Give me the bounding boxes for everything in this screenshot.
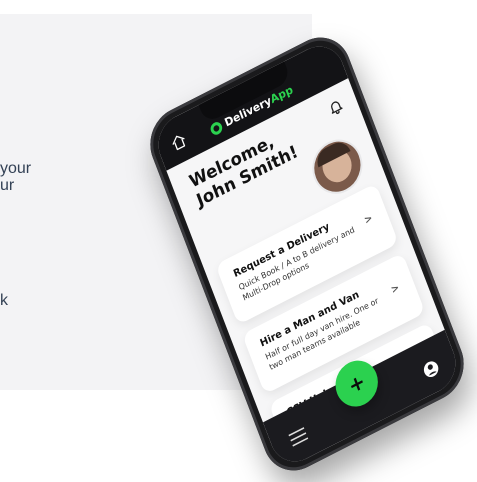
phone-screen: DeliveryApp Welcome, John Smith! Request… <box>150 36 464 472</box>
logo-mark-icon <box>208 119 224 137</box>
marketing-text-line-2: ur <box>0 177 15 194</box>
user-icon[interactable] <box>420 357 443 382</box>
marketing-text-line-3: k <box>0 292 8 309</box>
marketing-text-line-1: your <box>0 160 32 177</box>
home-icon[interactable] <box>169 131 189 153</box>
chevron-right-icon: > <box>362 212 375 227</box>
chevron-right-icon: > <box>389 282 402 297</box>
bell-icon[interactable] <box>326 96 346 118</box>
menu-icon[interactable] <box>287 426 310 448</box>
